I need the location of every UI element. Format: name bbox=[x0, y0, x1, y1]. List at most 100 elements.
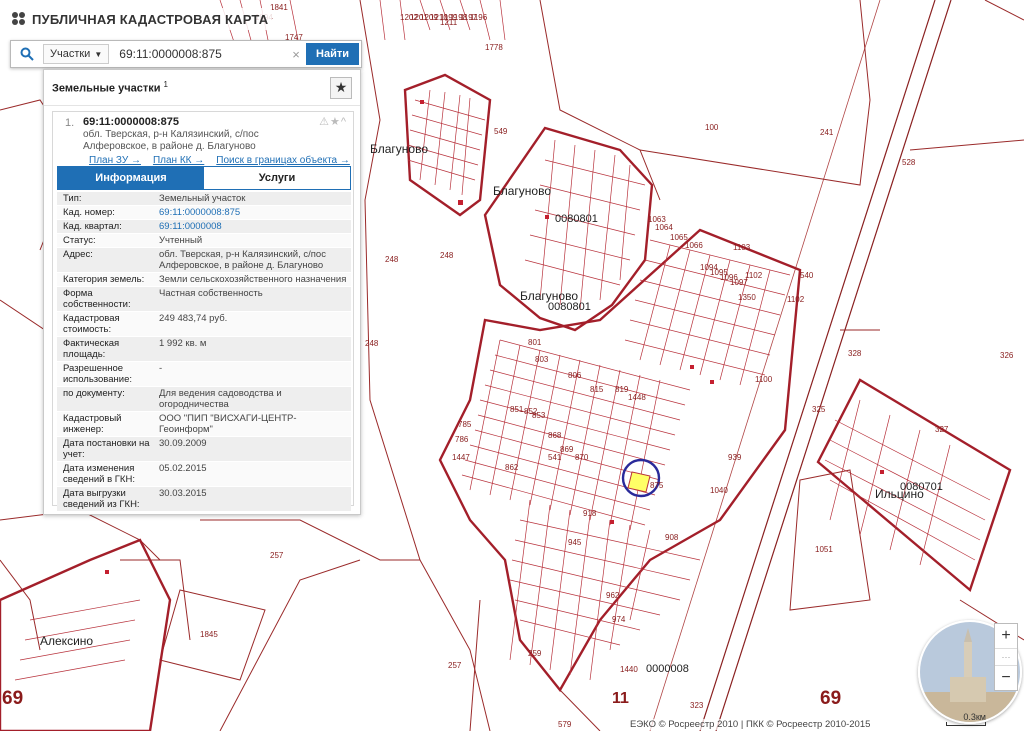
scale-label: 0.3км bbox=[963, 712, 986, 722]
search-type-label: Участки bbox=[50, 48, 91, 60]
info-row-address: Адрес: обл. Тверская, р-н Калязинский, с/… bbox=[57, 248, 351, 273]
parcel-number-label: 1040 bbox=[710, 486, 728, 495]
parcel-number-label: 1100 bbox=[755, 375, 773, 384]
region-number-right: 69 bbox=[820, 688, 842, 709]
parcel-number-label: 801 bbox=[528, 338, 542, 347]
region-number-left: 69 bbox=[2, 688, 24, 709]
parcel-number-label: 328 bbox=[848, 349, 862, 358]
result-address-line1: обл. Тверская, р-н Калязинский, с/пос bbox=[83, 129, 259, 140]
results-panel: Земельные участки 1 ★ 1. 69:11:0000008:8… bbox=[43, 69, 361, 515]
link-plan-zu[interactable]: План ЗУ → bbox=[89, 155, 141, 166]
panel-header: Земельные участки 1 ★ bbox=[44, 70, 360, 106]
info-row-ownership: Форма собственности: Частная собственност… bbox=[57, 287, 351, 312]
search-type-dropdown[interactable]: Участки ▼ bbox=[43, 44, 110, 64]
parcel-number-label: 869 bbox=[560, 445, 574, 454]
copyright: ЕЭКО © Росреестр 2010 | ПКК © Росреестр … bbox=[628, 719, 873, 730]
parcel-number-label: 541 bbox=[548, 453, 562, 462]
info-row-area: Фактическая площадь: 1 992 кв. м bbox=[57, 337, 351, 362]
chevron-down-icon: ▼ bbox=[94, 49, 103, 59]
parcel-number-label: 1211 bbox=[440, 18, 458, 27]
parcel-number-label: 862 bbox=[505, 463, 519, 472]
label-quarter-0080801-a: 0080801 bbox=[555, 213, 598, 225]
zoom-out-button[interactable]: − bbox=[995, 666, 1017, 690]
search-bar: Участки ▼ × Найти bbox=[10, 40, 362, 68]
scale-bar bbox=[946, 722, 986, 726]
parcel-number-label: 962 bbox=[606, 591, 620, 600]
label-quarter-0000008: 0000008 bbox=[646, 663, 689, 675]
label-blagunovo-2: Благуново bbox=[493, 184, 551, 198]
parcel-number-label: 528 bbox=[902, 158, 916, 167]
zoom-control: + ··· − bbox=[994, 623, 1018, 691]
parcel-number-label: 868 bbox=[548, 431, 562, 440]
result-cad-number[interactable]: 69:11:0000008:875 bbox=[83, 116, 347, 128]
parcel-number-label: 1447 bbox=[452, 453, 470, 462]
parcel-number-label: 815 bbox=[590, 385, 604, 394]
parcel-number-label: 1841 bbox=[270, 3, 288, 12]
parcel-number-label: 1440 bbox=[620, 665, 638, 674]
favorites-button[interactable]: ★ bbox=[330, 76, 352, 99]
parcel-number-label: 100 bbox=[705, 123, 719, 132]
zoom-slider[interactable]: ··· bbox=[995, 648, 1017, 666]
zoom-in-button[interactable]: + bbox=[995, 624, 1017, 648]
parcel-number-label: 945 bbox=[568, 538, 582, 547]
parcel-number-label: 908 bbox=[665, 533, 679, 542]
tab-services[interactable]: Услуги bbox=[204, 167, 350, 189]
info-row-engineer: Кадастровый инженер: ООО "ПИП "ВИСХАГИ-ЦЕ… bbox=[57, 412, 351, 437]
parcel-number-label: 1064 bbox=[655, 223, 673, 232]
label-blagunovo-1: Благуново bbox=[370, 142, 428, 156]
parcel-number-label: 248 bbox=[440, 251, 454, 260]
find-button[interactable]: Найти bbox=[306, 43, 359, 65]
parcel-number-label: 853 bbox=[532, 411, 546, 420]
parcel-number-label: 918 bbox=[583, 509, 597, 518]
parcel-number-label: 1063 bbox=[648, 215, 666, 224]
result-count: 1 bbox=[163, 80, 168, 90]
logo-icon bbox=[12, 12, 26, 26]
parcel-number-label: 549 bbox=[494, 127, 508, 136]
parcel-number-label: 1051 bbox=[815, 545, 833, 554]
parcel-number-label: 248 bbox=[385, 255, 399, 264]
parcel-number-label: 1066 bbox=[685, 241, 703, 250]
info-tabs: Информация Услуги bbox=[57, 166, 351, 190]
info-table: Тип: Земельный участок Кад. номер: 69:11:0… bbox=[57, 192, 351, 512]
parcel-number-label: 326 bbox=[1000, 351, 1014, 360]
parcel-number-label: 939 bbox=[728, 453, 742, 462]
parcel-number-label: 257 bbox=[448, 661, 462, 670]
parcel-number-label: 540 bbox=[800, 271, 814, 280]
parcel-number-label: 1778 bbox=[485, 43, 503, 52]
link-plan-kk[interactable]: План КК → bbox=[153, 155, 204, 166]
info-row-cad-value: Кадастровая стоимость: 249 483,74 руб. bbox=[57, 312, 351, 337]
parcel-number-label: 1845 bbox=[200, 630, 218, 639]
search-input[interactable] bbox=[117, 44, 289, 64]
search-icon[interactable] bbox=[11, 41, 43, 67]
parcel-number-label: 785 bbox=[458, 420, 472, 429]
parcel-number-label: 325 bbox=[812, 405, 826, 414]
result-index: 1. bbox=[65, 117, 75, 129]
tab-information[interactable]: Информация bbox=[58, 167, 204, 189]
parcel-number-label: 1103 bbox=[733, 243, 751, 252]
parcel-number-label: 327 bbox=[935, 425, 949, 434]
label-quarter-0080801-b: 0080801 bbox=[548, 301, 591, 313]
info-row-registered-date: Дата постановки на учет: 30.09.2009 bbox=[57, 437, 351, 462]
info-row-cad-quarter: Кад. квартал: 69:11:0000008 bbox=[57, 220, 351, 234]
label-aleksino: Алексино bbox=[40, 634, 93, 648]
app-title: ПУБЛИЧНАЯ КАДАСТРОВАЯ КАРТА bbox=[32, 11, 269, 27]
district-number-label: 11 bbox=[612, 690, 629, 707]
result-tools-icons[interactable]: ⚠★^ bbox=[319, 115, 347, 128]
parcel-number-label: 851 bbox=[510, 405, 524, 414]
info-row-status: Статус: Учтенный bbox=[57, 234, 351, 248]
clear-icon[interactable]: × bbox=[288, 47, 304, 62]
info-row-changed-date: Дата изменения сведений в ГКН: 05.02.2015 bbox=[57, 462, 351, 487]
parcel-number-label: 819 bbox=[615, 385, 629, 394]
info-row-land-category: Категория земель: Земли сельскохозяйствен… bbox=[57, 273, 351, 287]
info-row-permitted-use: Разрешенное использование: - bbox=[57, 362, 351, 387]
parcel-number-label: 1196 bbox=[470, 13, 488, 22]
parcel-number-label: 257 bbox=[270, 551, 284, 560]
parcel-number-label: 870 bbox=[575, 453, 589, 462]
link-search-in-bounds[interactable]: Поиск в границах объекта → bbox=[216, 155, 350, 166]
app-header: ПУБЛИЧНАЯ КАДАСТРОВАЯ КАРТА bbox=[8, 8, 273, 30]
result-links: План ЗУ → План КК → Поиск в границах объ… bbox=[53, 152, 350, 166]
panel-title: Земельные участки 1 bbox=[52, 80, 168, 95]
selected-parcel bbox=[627, 471, 651, 493]
parcel-number-label: 875 bbox=[650, 481, 664, 490]
label-quarter-0080701: 0080701 bbox=[900, 481, 943, 493]
